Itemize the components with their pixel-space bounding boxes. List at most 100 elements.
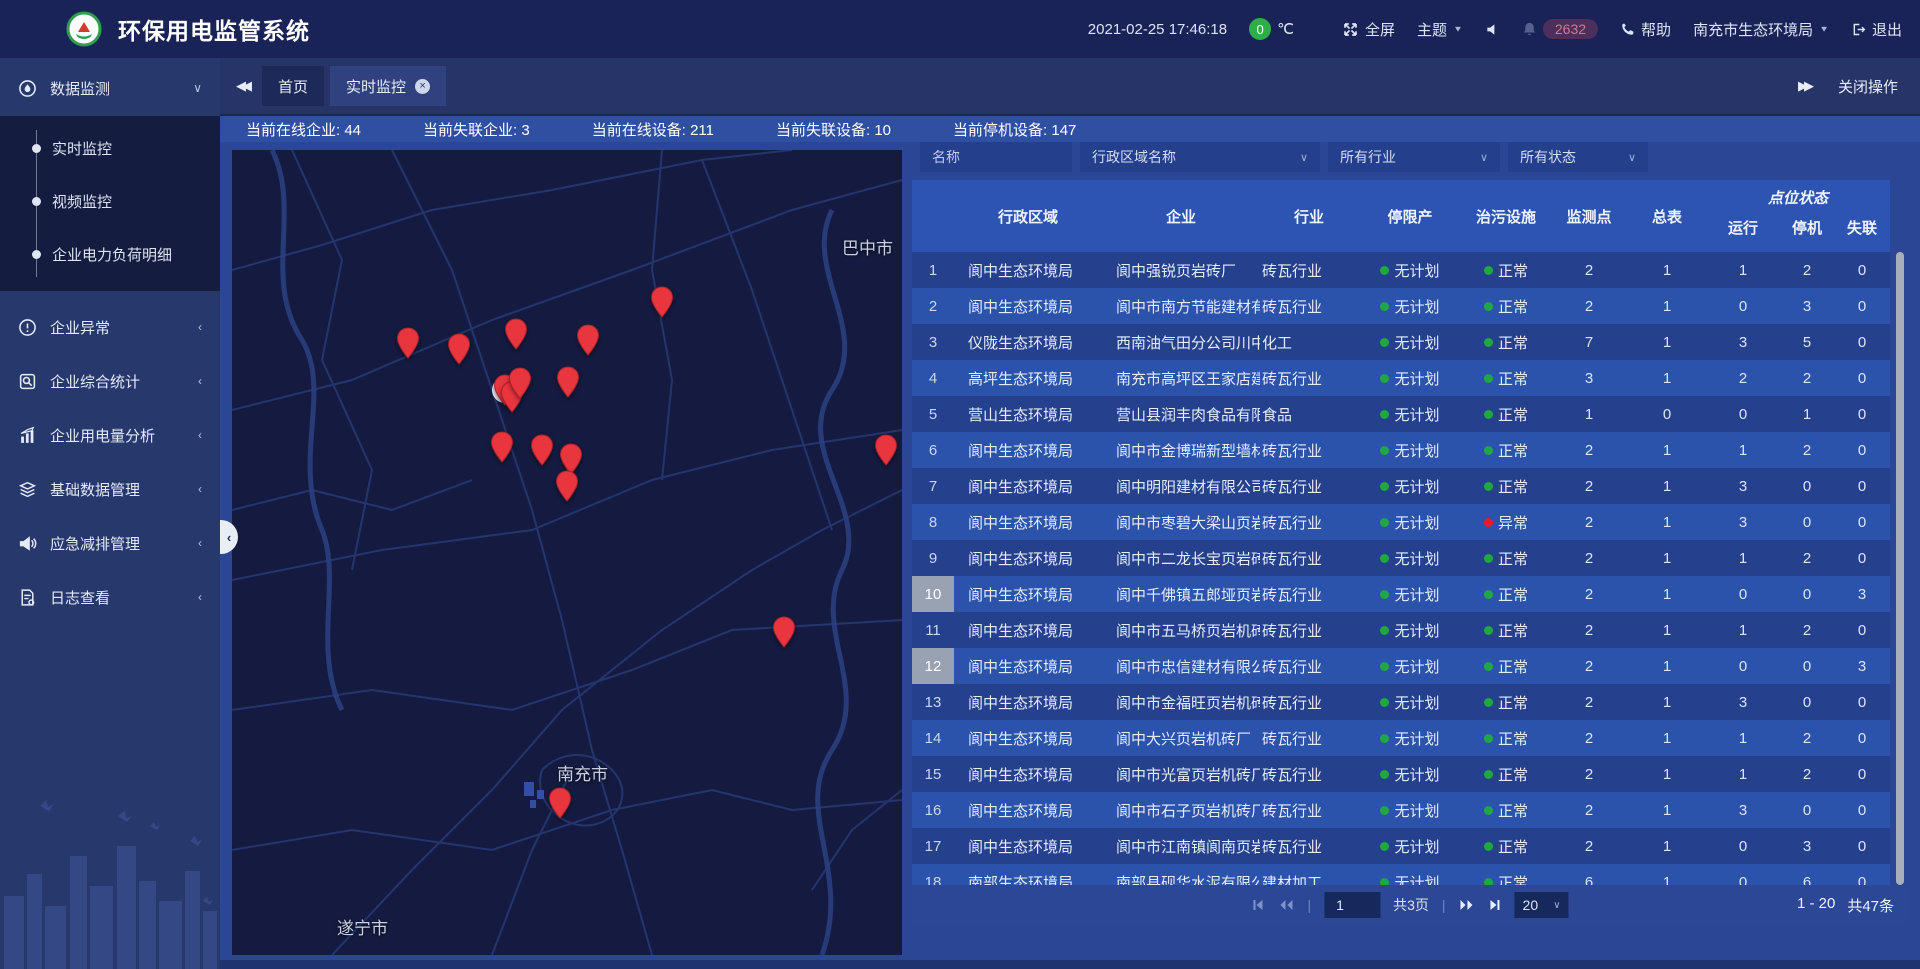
sidebar-item-power-analysis[interactable]: 企业用电量分析 ‹ bbox=[0, 413, 220, 457]
industry-select[interactable]: 所有行业∨ bbox=[1328, 142, 1500, 172]
map-pin-icon[interactable] bbox=[576, 324, 600, 356]
table-row[interactable]: 3仪陇生态环境局西南油气田分公司川中化工无计划正常71350 bbox=[912, 324, 1890, 360]
next-page-icon[interactable] bbox=[1459, 898, 1475, 912]
map-pin-icon[interactable] bbox=[874, 434, 898, 466]
cell-stop-status: 无计划 bbox=[1358, 728, 1462, 749]
table-row[interactable]: 16阆中生态环境局阆中市石子页岩机砖厂砖瓦行业无计划正常21300 bbox=[912, 792, 1890, 828]
name-search-input[interactable] bbox=[920, 142, 1072, 172]
table-scrollbar[interactable] bbox=[1896, 252, 1904, 885]
cell-company: 阆中明阳建材有限公司 bbox=[1102, 476, 1260, 497]
cell-facility-status: 正常 bbox=[1462, 404, 1550, 425]
cell-run: 0 bbox=[1706, 406, 1780, 423]
map-pin-icon[interactable] bbox=[772, 616, 796, 648]
cell-stop-status: 无计划 bbox=[1358, 872, 1462, 886]
table-row[interactable]: 17阆中生态环境局阆中市江南镇阆南页岩砖瓦行业无计划正常21030 bbox=[912, 828, 1890, 864]
prev-page-icon[interactable] bbox=[1278, 898, 1294, 912]
cell-halt: 6 bbox=[1780, 874, 1834, 886]
cell-lost: 0 bbox=[1834, 838, 1890, 855]
speaker-icon bbox=[1485, 22, 1500, 37]
tab-realtime-monitor[interactable]: 实时监控 × bbox=[330, 66, 446, 106]
chevron-left-icon: ‹ bbox=[227, 530, 231, 545]
mute-button[interactable] bbox=[1485, 22, 1500, 37]
cell-index: 12 bbox=[912, 648, 954, 684]
notification-count-badge: 2632 bbox=[1543, 19, 1598, 39]
map-pin-icon[interactable] bbox=[490, 431, 514, 463]
map-pin-icon[interactable] bbox=[530, 434, 554, 466]
col-company: 企业 bbox=[1102, 180, 1260, 252]
tab-home[interactable]: 首页 bbox=[262, 66, 324, 106]
map-pin-icon[interactable] bbox=[508, 367, 532, 399]
sidebar-item-company-statistics[interactable]: 企业综合统计 ‹ bbox=[0, 359, 220, 403]
range-label: 1 - 20 bbox=[1797, 895, 1835, 916]
table-row[interactable]: 14阆中生态环境局阆中大兴页岩机砖厂砖瓦行业无计划正常21120 bbox=[912, 720, 1890, 756]
map-pin-icon[interactable] bbox=[548, 787, 572, 819]
map-pin-icon[interactable] bbox=[650, 286, 674, 318]
map-pin-icon[interactable] bbox=[504, 318, 528, 350]
table-row[interactable]: 18南部生态环境局南部县砚华水泥有限公建材加工无计划正常61060 bbox=[912, 864, 1890, 885]
user-dropdown[interactable]: 南充市生态环境局▼ bbox=[1693, 19, 1829, 40]
theme-dropdown[interactable]: 主题▼ bbox=[1417, 19, 1463, 40]
table-row[interactable]: 15阆中生态环境局阆中市光富页岩机砖厂砖瓦行业无计划正常21120 bbox=[912, 756, 1890, 792]
table-row[interactable]: 10阆中生态环境局阆中千佛镇五郎垭页岩砖瓦行业无计划正常21003 bbox=[912, 576, 1890, 612]
sidebar-item-base-data[interactable]: 基础数据管理 ‹ bbox=[0, 467, 220, 511]
temperature-value: 0 bbox=[1249, 18, 1271, 40]
cell-lost: 3 bbox=[1834, 586, 1890, 603]
cell-lost: 0 bbox=[1834, 478, 1890, 495]
table-row[interactable]: 6阆中生态环境局阆中市金博瑞新型墙材砖瓦行业无计划正常21120 bbox=[912, 432, 1890, 468]
table-row[interactable]: 8阆中生态环境局阆中市枣碧大梁山页岩砖瓦行业无计划异常21300 bbox=[912, 504, 1890, 540]
cell-company: 阆中市南方节能建材有 bbox=[1102, 296, 1260, 317]
sidebar-item-power-load-detail[interactable]: 企业电力负荷明细 bbox=[0, 228, 220, 281]
cell-meter: 1 bbox=[1628, 730, 1706, 747]
table-row[interactable]: 9阆中生态环境局阆中市二龙长宝页岩砖砖瓦行业无计划正常21120 bbox=[912, 540, 1890, 576]
sidebar-item-log-view[interactable]: 日志查看 ‹ bbox=[0, 575, 220, 619]
chevron-down-icon: ▼ bbox=[1819, 25, 1829, 34]
map-pin-icon[interactable] bbox=[555, 470, 579, 502]
cell-halt: 2 bbox=[1780, 442, 1834, 459]
cell-region: 阆中生态环境局 bbox=[954, 584, 1102, 605]
table-row[interactable]: 11阆中生态环境局阆中市五马桥页岩机砖砖瓦行业无计划正常21120 bbox=[912, 612, 1890, 648]
chevron-left-icon: ‹ bbox=[198, 428, 202, 442]
table-row[interactable]: 2阆中生态环境局阆中市南方节能建材有砖瓦行业无计划正常21030 bbox=[912, 288, 1890, 324]
cell-stop-status: 无计划 bbox=[1358, 656, 1462, 677]
tab-close-icon[interactable]: × bbox=[415, 79, 430, 94]
fullscreen-button[interactable]: 全屏 bbox=[1342, 19, 1395, 40]
table-row[interactable]: 4高坪生态环境局南充市高坪区王家店建砖瓦行业无计划正常31220 bbox=[912, 360, 1890, 396]
cell-stop-status: 无计划 bbox=[1358, 296, 1462, 317]
sidebar-item-data-monitor[interactable]: 数据监测 ∨ bbox=[0, 66, 220, 110]
cell-index: 2 bbox=[912, 288, 954, 324]
tabs-scroll-left-icon[interactable]: ◀◀ bbox=[236, 78, 248, 94]
table-row[interactable]: 13阆中生态环境局阆中市金福旺页岩机砖砖瓦行业无计划正常21300 bbox=[912, 684, 1890, 720]
cell-industry: 砖瓦行业 bbox=[1260, 296, 1358, 317]
cell-halt: 2 bbox=[1780, 766, 1834, 783]
map-pin-icon[interactable] bbox=[396, 327, 420, 359]
page-number-input[interactable] bbox=[1324, 892, 1380, 918]
map-panel[interactable]: 巴中市南充市遂宁市 bbox=[232, 150, 902, 955]
table-row[interactable]: 7阆中生态环境局阆中明阳建材有限公司砖瓦行业无计划正常21300 bbox=[912, 468, 1890, 504]
sidebar-item-realtime-monitor[interactable]: 实时监控 bbox=[0, 122, 220, 175]
page-size-select[interactable]: 20∨ bbox=[1515, 892, 1569, 918]
region-select[interactable]: 行政区域名称∨ bbox=[1080, 142, 1320, 172]
sidebar-item-emergency-reduction[interactable]: 应急减排管理 ‹ bbox=[0, 521, 220, 565]
sidebar-item-company-abnormal[interactable]: 企业异常 ‹ bbox=[0, 305, 220, 349]
notifications[interactable]: 2632 bbox=[1522, 19, 1598, 39]
map-pin-icon[interactable] bbox=[447, 333, 471, 365]
table-row[interactable]: 5营山生态环境局营山县润丰肉食品有限食品无计划正常10010 bbox=[912, 396, 1890, 432]
help-button[interactable]: 帮助 bbox=[1620, 19, 1671, 40]
cell-stop-status: 无计划 bbox=[1358, 512, 1462, 533]
cell-run: 3 bbox=[1706, 334, 1780, 351]
last-page-icon[interactable] bbox=[1488, 898, 1502, 912]
cell-region: 阆中生态环境局 bbox=[954, 440, 1102, 461]
tabs-scroll-right-icon[interactable]: ▶▶ bbox=[1798, 78, 1810, 94]
cell-industry: 砖瓦行业 bbox=[1260, 800, 1358, 821]
logout-button[interactable]: 退出 bbox=[1851, 19, 1902, 40]
sidebar-item-video-monitor[interactable]: 视频监控 bbox=[0, 175, 220, 228]
map-pin-icon[interactable] bbox=[556, 366, 580, 398]
close-operations-button[interactable]: 关闭操作 bbox=[1838, 76, 1898, 97]
table-row[interactable]: 12阆中生态环境局阆中市忠信建材有限公砖瓦行业无计划正常21003 bbox=[912, 648, 1890, 684]
stat-online-devices: 当前在线设备: 211 bbox=[592, 119, 714, 140]
cell-stop-status: 无计划 bbox=[1358, 548, 1462, 569]
first-page-icon[interactable] bbox=[1251, 898, 1265, 912]
table-row[interactable]: 1阆中生态环境局阆中强锐页岩砖厂砖瓦行业无计划正常21120 bbox=[912, 252, 1890, 288]
status-select[interactable]: 所有状态∨ bbox=[1508, 142, 1648, 172]
status-dot-icon bbox=[1380, 590, 1389, 599]
